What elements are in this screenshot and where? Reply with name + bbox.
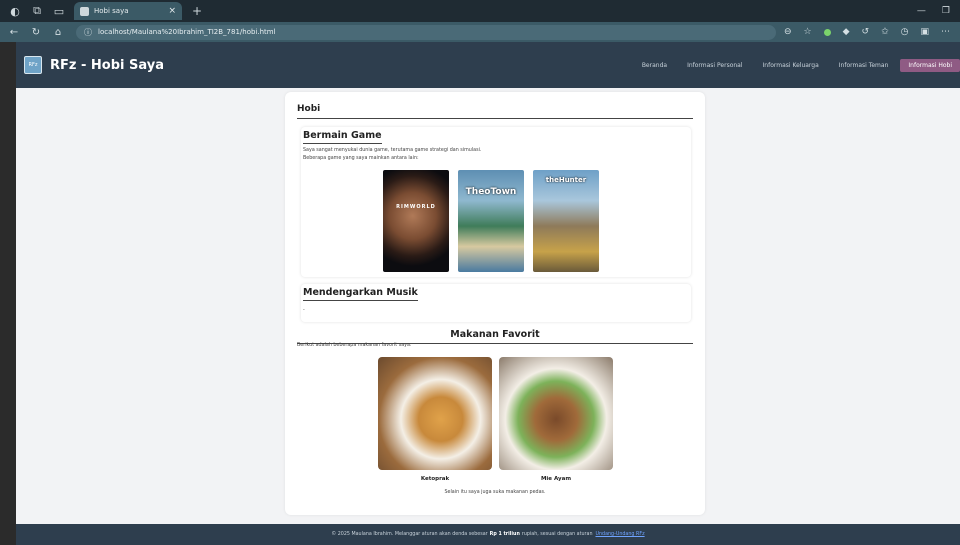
- game-desc-1: Saya sangat menyukai dunia game, terutam…: [303, 148, 482, 153]
- new-tab-button[interactable]: +: [192, 4, 202, 18]
- food-title: Makanan Favorit: [297, 329, 693, 344]
- maximize-icon[interactable]: ❐: [942, 6, 950, 16]
- nav-informasi-keluarga[interactable]: Informasi Keluarga: [755, 59, 827, 72]
- more-icon[interactable]: ⋯: [941, 27, 950, 37]
- tab-actions-icon[interactable]: ▭: [52, 4, 66, 18]
- minimize-icon[interactable]: —: [917, 6, 926, 16]
- footer-bold: Rp 1 triliun: [489, 532, 520, 537]
- game-card: Bermain Game Saya sangat menyukai dunia …: [301, 127, 691, 277]
- game-name-theotown: TheoTown: [465, 187, 517, 197]
- footer-text: © 2025 Maulana Ibrahim. Melanggar aturan…: [331, 532, 488, 537]
- game-name-rimworld: RIMWORLD: [396, 204, 436, 210]
- music-card: Mendengarkan Musik -: [301, 284, 691, 322]
- copilot-icon[interactable]: ◆: [843, 27, 850, 37]
- food-caption-mie-ayam: Mie Ayam: [540, 476, 572, 482]
- history-icon[interactable]: ◷: [901, 27, 909, 37]
- url-field[interactable]: ⓘ localhost/Maulana%20Ibrahim_TI2B_781/h…: [76, 24, 776, 40]
- food-image-ketoprak: [378, 357, 492, 470]
- collections-icon[interactable]: ⧉: [30, 4, 44, 18]
- nav-informasi-teman[interactable]: Informasi Teman: [831, 59, 897, 72]
- game-image-theotown: TheoTown: [458, 170, 524, 272]
- site-logo: RFz: [24, 56, 42, 74]
- site-title: RFz - Hobi Saya: [50, 57, 164, 73]
- footer-text-after: rupiah, sesuai dengan aturan: [521, 532, 593, 537]
- home-icon[interactable]: ⌂: [50, 27, 66, 38]
- nav-informasi-hobi[interactable]: Informasi Hobi: [900, 58, 960, 72]
- info-icon[interactable]: ⓘ: [84, 27, 92, 38]
- web-page: RFz RFz - Hobi Saya Beranda Informasi Pe…: [16, 42, 960, 545]
- music-title: Mendengarkan Musik: [303, 287, 418, 301]
- favicon-icon: [80, 6, 89, 16]
- close-tab-icon[interactable]: ×: [168, 6, 176, 16]
- zoom-icon[interactable]: ⊖: [784, 27, 792, 37]
- nav-beranda[interactable]: Beranda: [634, 59, 675, 72]
- refresh-page-icon[interactable]: ↺: [862, 27, 870, 37]
- main-nav: Beranda Informasi Personal Informasi Kel…: [634, 58, 960, 72]
- game-image-rimworld: RIMWORLD: [383, 170, 449, 272]
- favorites-icon[interactable]: ✩: [881, 27, 889, 37]
- nav-informasi-personal[interactable]: Informasi Personal: [679, 59, 750, 72]
- food-intro: Berikut adalah beberapa makanan favorit …: [297, 343, 412, 348]
- screenshot-icon[interactable]: ▣: [920, 27, 929, 37]
- refresh-icon[interactable]: ↻: [28, 27, 44, 38]
- extension-icon[interactable]: [823, 28, 831, 36]
- browser-tab-bar: ◐ ⧉ ▭ Hobi saya × + — ❐: [0, 0, 960, 22]
- game-title: Bermain Game: [303, 130, 382, 144]
- game-image-thehunter: theHunter: [533, 170, 599, 272]
- hobby-card: Hobi Bermain Game Saya sangat menyukai d…: [285, 92, 705, 515]
- game-desc-2: Beberapa game yang saya mainkan antara l…: [303, 156, 419, 161]
- browser-address-bar: ← ↻ ⌂ ⓘ localhost/Maulana%20Ibrahim_TI2B…: [0, 22, 960, 42]
- section-title: Hobi: [297, 104, 693, 119]
- food-note: Selain itu saya juga suka makanan pedas.: [444, 490, 546, 495]
- music-desc: -: [303, 308, 305, 313]
- tab-title: Hobi saya: [94, 7, 129, 15]
- food-caption-ketoprak: Ketoprak: [420, 476, 450, 482]
- back-icon[interactable]: ←: [6, 27, 22, 38]
- game-name-thehunter: theHunter: [545, 176, 587, 184]
- site-header: RFz RFz - Hobi Saya Beranda Informasi Pe…: [16, 42, 960, 88]
- favorite-star-icon[interactable]: ☆: [804, 27, 812, 37]
- profile-icon[interactable]: ◐: [8, 4, 22, 18]
- url-text: localhost/Maulana%20Ibrahim_TI2B_781/hob…: [98, 28, 276, 36]
- browser-tab[interactable]: Hobi saya ×: [74, 2, 182, 20]
- footer-link[interactable]: Undang-Undang RFz: [595, 532, 644, 537]
- food-image-mie-ayam: [499, 357, 613, 470]
- site-footer: © 2025 Maulana Ibrahim. Melanggar aturan…: [16, 524, 960, 545]
